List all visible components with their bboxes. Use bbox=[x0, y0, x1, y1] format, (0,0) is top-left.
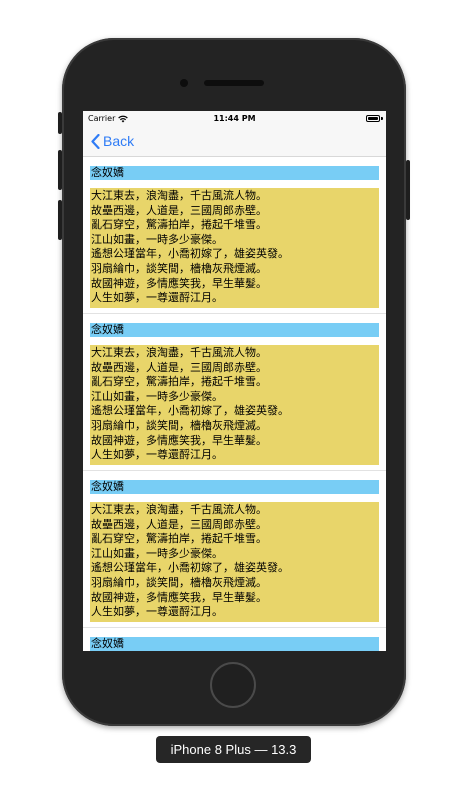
poem-line: 故國神遊，多情應笑我，早生華髮。 bbox=[91, 590, 267, 604]
front-camera bbox=[180, 79, 188, 87]
poem-line: 羽扇綸巾，談笑間，檣櫓灰飛煙滅。 bbox=[91, 575, 267, 589]
poem-line: 亂石穿空，驚濤拍岸，捲起千堆雪。 bbox=[91, 218, 267, 232]
poem-body: 大江東去，浪淘盡，千古風流人物。 故壘西邊，人道是，三國周郎赤壁。 亂石穿空，驚… bbox=[90, 188, 379, 308]
poem-line: 亂石穿空，驚濤拍岸，捲起千堆雪。 bbox=[91, 375, 267, 389]
device-label: iPhone 8 Plus — 13.3 bbox=[156, 736, 311, 763]
poem-line: 故壘西邊，人道是，三國周郎赤壁。 bbox=[91, 517, 267, 531]
poem-title: 念奴嬌 bbox=[90, 637, 379, 651]
poem-line: 故國神遊，多情應笑我，早生華髮。 bbox=[91, 276, 267, 290]
status-bar: Carrier 11:44 PM bbox=[83, 111, 386, 127]
simulator-window: Carrier 11:44 PM Back 念奴嬌 大江東去，浪淘盡，千古風流人… bbox=[0, 0, 468, 799]
poem-title: 念奴嬌 bbox=[90, 480, 379, 494]
back-label: Back bbox=[103, 133, 135, 149]
battery-tip bbox=[381, 117, 383, 120]
poem-line: 大江東去，浪淘盡，千古風流人物。 bbox=[91, 346, 267, 359]
poem-cell[interactable]: 念奴嬌 bbox=[83, 628, 386, 651]
poem-line: 江山如畫，一時多少豪傑。 bbox=[91, 546, 223, 560]
poem-body: 大江東去，浪淘盡，千古風流人物。 故壘西邊，人道是，三國周郎赤壁。 亂石穿空，驚… bbox=[90, 502, 379, 622]
poem-line: 故國神遊，多情應笑我，早生華髮。 bbox=[91, 433, 267, 447]
poem-line: 故壘西邊，人道是，三國周郎赤壁。 bbox=[91, 203, 267, 217]
poem-line: 人生如夢，一尊還酹江月。 bbox=[91, 291, 223, 305]
poem-line: 江山如畫，一時多少豪傑。 bbox=[91, 232, 223, 246]
poem-line: 遙想公瑾當年，小喬初嫁了，雄姿英發。 bbox=[91, 561, 289, 575]
poem-list[interactable]: 念奴嬌 大江東去，浪淘盡，千古風流人物。 故壘西邊，人道是，三國周郎赤壁。 亂石… bbox=[83, 157, 386, 651]
home-button[interactable] bbox=[210, 662, 256, 708]
poem-line: 遙想公瑾當年，小喬初嫁了，雄姿英發。 bbox=[91, 247, 289, 261]
poem-title: 念奴嬌 bbox=[90, 323, 379, 337]
status-time: 11:44 PM bbox=[213, 114, 256, 123]
navigation-bar: Back bbox=[83, 127, 386, 157]
power-button bbox=[406, 160, 410, 220]
mute-switch bbox=[58, 112, 62, 134]
poem-line: 羽扇綸巾，談笑間，檣櫓灰飛煙滅。 bbox=[91, 261, 267, 275]
poem-line: 故壘西邊，人道是，三國周郎赤壁。 bbox=[91, 360, 267, 374]
battery-icon bbox=[366, 115, 380, 122]
earpiece-speaker bbox=[204, 80, 264, 86]
volume-down-button bbox=[58, 200, 62, 240]
poem-line: 大江東去，浪淘盡，千古風流人物。 bbox=[91, 503, 267, 516]
poem-line: 人生如夢，一尊還酹江月。 bbox=[91, 605, 223, 619]
poem-line: 遙想公瑾當年，小喬初嫁了，雄姿英發。 bbox=[91, 404, 289, 418]
poem-line: 羽扇綸巾，談笑間，檣櫓灰飛煙滅。 bbox=[91, 418, 267, 432]
poem-line: 人生如夢，一尊還酹江月。 bbox=[91, 448, 223, 462]
poem-body: 大江東去，浪淘盡，千古風流人物。 故壘西邊，人道是，三國周郎赤壁。 亂石穿空，驚… bbox=[90, 345, 379, 465]
chevron-left-icon bbox=[91, 133, 100, 149]
phone-screen: Carrier 11:44 PM Back 念奴嬌 大江東去，浪淘盡，千古風流人… bbox=[83, 111, 386, 651]
poem-cell[interactable]: 念奴嬌 大江東去，浪淘盡，千古風流人物。 故壘西邊，人道是，三國周郎赤壁。 亂石… bbox=[83, 314, 386, 471]
battery-fill bbox=[368, 117, 378, 120]
volume-up-button bbox=[58, 150, 62, 190]
poem-line: 大江東去，浪淘盡，千古風流人物。 bbox=[91, 189, 267, 202]
back-button[interactable]: Back bbox=[91, 133, 134, 149]
poem-cell[interactable]: 念奴嬌 大江東去，浪淘盡，千古風流人物。 故壘西邊，人道是，三國周郎赤壁。 亂石… bbox=[83, 471, 386, 628]
poem-cell[interactable]: 念奴嬌 大江東去，浪淘盡，千古風流人物。 故壘西邊，人道是，三國周郎赤壁。 亂石… bbox=[83, 157, 386, 314]
poem-line: 亂石穿空，驚濤拍岸，捲起千堆雪。 bbox=[91, 532, 267, 546]
poem-line: 江山如畫，一時多少豪傑。 bbox=[91, 389, 223, 403]
poem-title: 念奴嬌 bbox=[90, 166, 379, 180]
